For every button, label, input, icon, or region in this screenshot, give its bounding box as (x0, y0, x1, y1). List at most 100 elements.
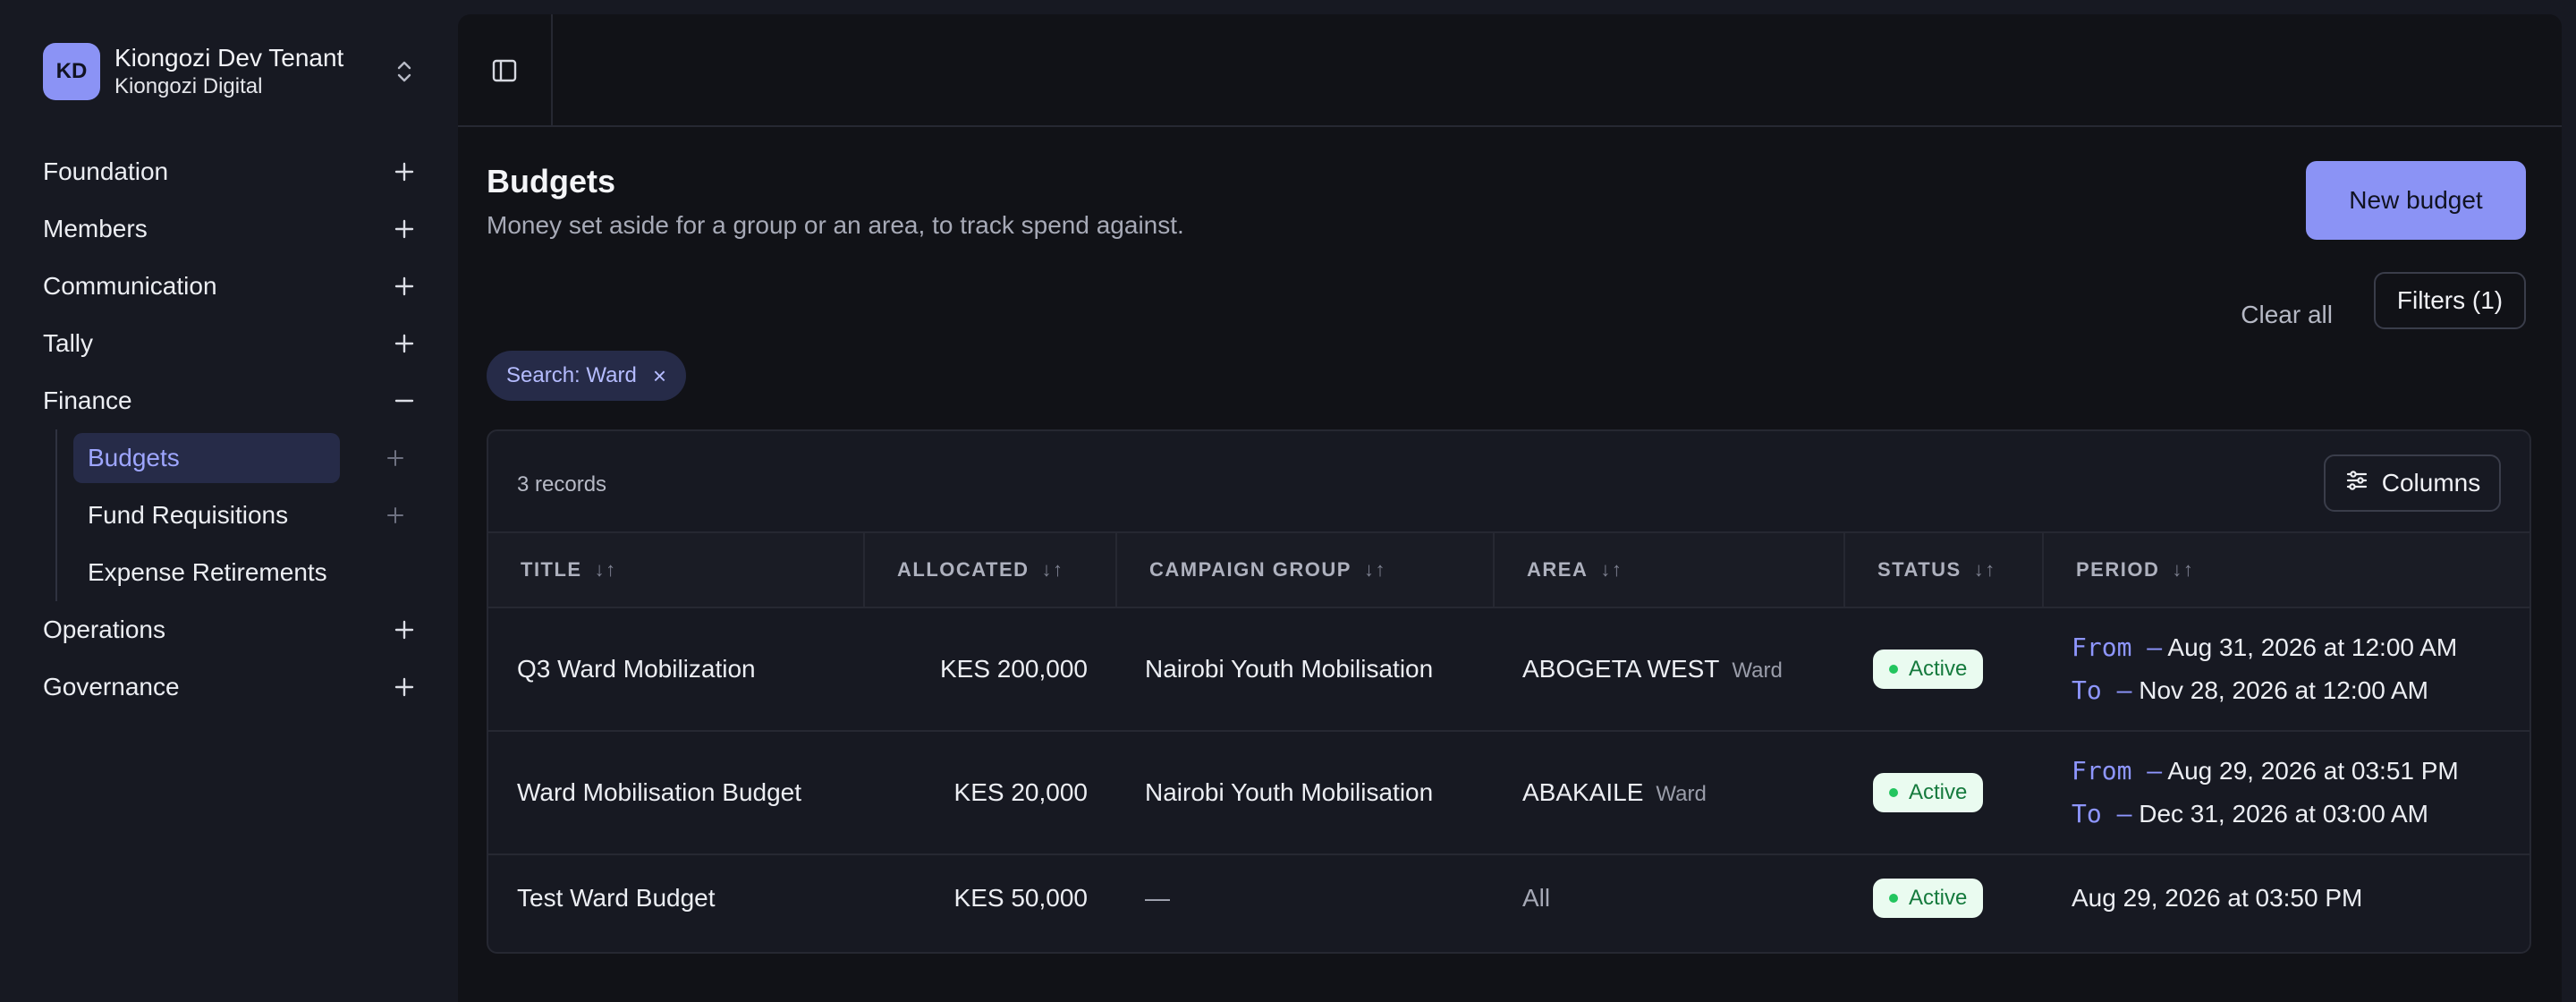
tenant-avatar: KD (43, 43, 100, 100)
status-dot-icon (1889, 788, 1898, 797)
status-badge: Active (1873, 650, 1984, 689)
cell-status: Active (1844, 854, 2043, 940)
area-type: Ward (1656, 782, 1707, 806)
cell-campaign-group: Nairobi Youth Mobilisation (1116, 731, 1494, 855)
finance-subnav: Budgets Fund Requisitions Expense Retire… (55, 429, 419, 601)
sidebar-item-label: Fund Requisitions (88, 501, 289, 529)
col-header-status[interactable]: STATUS ↓↑ (1844, 531, 2044, 608)
table-row[interactable]: Test Ward Budget KES 50,000 — All Active… (488, 854, 2529, 940)
columns-label: Columns (2381, 469, 2481, 497)
page-subtitle: Money set aside for a group or an area, … (487, 211, 1184, 239)
sidebar-item-members[interactable]: Members (43, 200, 419, 258)
budgets-table: TITLE ↓↑ ALLOCATED ↓↑ CAMPAIGN GROUP ↓↑ ARE… (488, 531, 2529, 940)
plus-icon[interactable] (381, 444, 410, 472)
sort-icon[interactable]: ↓↑ (595, 558, 617, 581)
sidebar-item-governance[interactable]: Governance (43, 658, 419, 716)
sidebar-item-label: Foundation (43, 157, 169, 185)
period-from-key: From – (2072, 633, 2163, 662)
period-from-key: From – (2072, 756, 2163, 785)
sort-icon[interactable]: ↓↑ (1974, 558, 1996, 581)
clear-all-button[interactable]: Clear all (2241, 286, 2333, 344)
cell-period: From – Aug 31, 2026 at 12:00 AM To – Nov… (2043, 607, 2529, 732)
topbar (458, 14, 2562, 127)
status-dot-icon (1889, 893, 1898, 903)
status-badge: Active (1873, 878, 1984, 918)
period-to-value: Nov 28, 2026 at 12:00 AM (2139, 676, 2428, 704)
sidebar-item-label: Operations (43, 616, 165, 643)
col-header-label: PERIOD (2076, 558, 2160, 581)
sidebar-nav: Foundation Members Communication Tally F… (43, 143, 419, 716)
period-from-value: Aug 29, 2026 at 03:51 PM (2167, 757, 2459, 785)
sidebar: KD Kiongozi Dev Tenant Kiongozi Digital … (0, 0, 458, 1002)
sidebar-item-foundation[interactable]: Foundation (43, 143, 419, 200)
sidebar-item-label: Expense Retirements (88, 558, 327, 586)
tenant-switcher[interactable]: KD Kiongozi Dev Tenant Kiongozi Digital (43, 41, 419, 102)
col-header-title[interactable]: TITLE ↓↑ (488, 531, 865, 608)
period-to-key: To – (2072, 675, 2132, 705)
status-label: Active (1909, 780, 1968, 804)
cell-area: ABAKAILE Ward (1494, 731, 1844, 855)
sidebar-item-label: Budgets (73, 433, 340, 483)
sidebar-item-fund-requisitions[interactable]: Fund Requisitions (73, 487, 419, 544)
budgets-table-card: 3 records Columns TITLE ↓↑ ALLOCATED ↓↑ CA… (487, 429, 2531, 954)
sidebar-item-label: Governance (43, 673, 180, 701)
period-to-value: Dec 31, 2026 at 03:00 AM (2139, 800, 2428, 828)
sidebar-item-label: Finance (43, 386, 132, 414)
cell-area: ABOGETA WEST Ward (1494, 607, 1844, 732)
col-header-period[interactable]: PERIOD ↓↑ (2043, 531, 2529, 608)
sidebar-item-tally[interactable]: Tally (43, 315, 419, 372)
plus-icon[interactable] (390, 329, 419, 358)
col-header-allocated[interactable]: ALLOCATED ↓↑ (864, 531, 1117, 608)
area-name: ABAKAILE (1522, 778, 1644, 806)
sort-icon[interactable]: ↓↑ (1600, 558, 1623, 581)
close-icon[interactable]: × (653, 362, 666, 390)
tenant-name: Kiongozi Dev Tenant (114, 44, 344, 72)
plus-icon[interactable] (390, 215, 419, 243)
sort-icon[interactable]: ↓↑ (1364, 558, 1386, 581)
filter-chip: Search: Ward × (487, 351, 687, 401)
sidebar-item-expense-retirements[interactable]: Expense Retirements (73, 544, 419, 601)
cell-period: From – Aug 29, 2026 at 03:51 PM To – Dec… (2043, 731, 2529, 855)
plus-icon[interactable] (390, 616, 419, 644)
col-header-label: CAMPAIGN GROUP (1149, 558, 1352, 581)
cell-status: Active (1844, 731, 2043, 855)
columns-button[interactable]: Columns (2324, 454, 2501, 512)
cell-title: Ward Mobilisation Budget (488, 731, 864, 855)
main-panel: Budgets Money set aside for a group or a… (458, 14, 2562, 1002)
chevron-up-down-icon[interactable] (390, 54, 419, 89)
sidebar-item-communication[interactable]: Communication (43, 258, 419, 315)
area-name: ABOGETA WEST (1522, 655, 1720, 683)
cell-allocated: KES 50,000 (953, 883, 1088, 912)
sliders-icon (2344, 468, 2369, 499)
minus-icon[interactable] (390, 386, 419, 415)
table-row[interactable]: Ward Mobilisation Budget KES 20,000 Nair… (488, 731, 2529, 855)
filters-button[interactable]: Filters (1) (2374, 272, 2526, 329)
sort-icon[interactable]: ↓↑ (1042, 558, 1064, 581)
plus-icon[interactable] (390, 272, 419, 301)
period-from-value: Aug 31, 2026 at 12:00 AM (2167, 633, 2458, 661)
sidebar-item-finance[interactable]: Finance (43, 372, 419, 429)
table-row[interactable]: Q3 Ward Mobilization KES 200,000 Nairobi… (488, 607, 2529, 732)
cell-campaign-group: — (1145, 883, 1170, 912)
status-label: Active (1909, 885, 1968, 910)
cell-title: Q3 Ward Mobilization (488, 607, 864, 732)
tenant-info: Kiongozi Dev Tenant Kiongozi Digital (114, 43, 390, 100)
col-header-label: STATUS (1877, 558, 1962, 581)
new-budget-button[interactable]: New budget (2306, 161, 2526, 240)
plus-icon[interactable] (390, 157, 419, 186)
plus-icon[interactable] (381, 501, 410, 530)
period-to: To – Dec 31, 2026 at 03:00 AM (2072, 793, 2529, 836)
sort-icon[interactable]: ↓↑ (2172, 558, 2194, 581)
sidebar-item-budgets[interactable]: Budgets (73, 429, 419, 487)
col-header-area[interactable]: AREA ↓↑ (1494, 531, 1845, 608)
cell-status: Active (1844, 607, 2043, 732)
app-window: KD Kiongozi Dev Tenant Kiongozi Digital … (0, 0, 2576, 1002)
cell-period: Aug 29, 2026 at 03:50 PM (2072, 883, 2363, 912)
cell-allocated: KES 20,000 (864, 731, 1116, 855)
sidebar-toggle-icon[interactable] (458, 14, 553, 127)
period-from: From – Aug 29, 2026 at 03:51 PM (2072, 750, 2529, 793)
plus-icon[interactable] (390, 673, 419, 701)
col-header-campaign-group[interactable]: CAMPAIGN GROUP ↓↑ (1116, 531, 1495, 608)
cell-area: All (1522, 883, 1551, 912)
sidebar-item-operations[interactable]: Operations (43, 601, 419, 658)
